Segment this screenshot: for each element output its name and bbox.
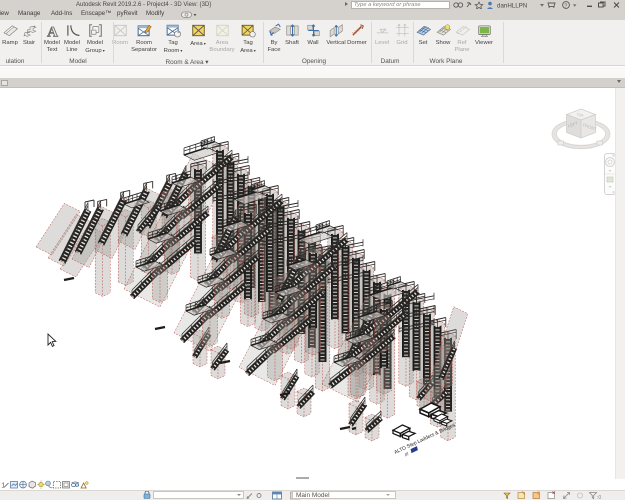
svg-text::0: :0: [597, 495, 601, 500]
svg-text:1: 1: [1, 483, 5, 490]
svg-text:///: ///: [404, 451, 410, 457]
